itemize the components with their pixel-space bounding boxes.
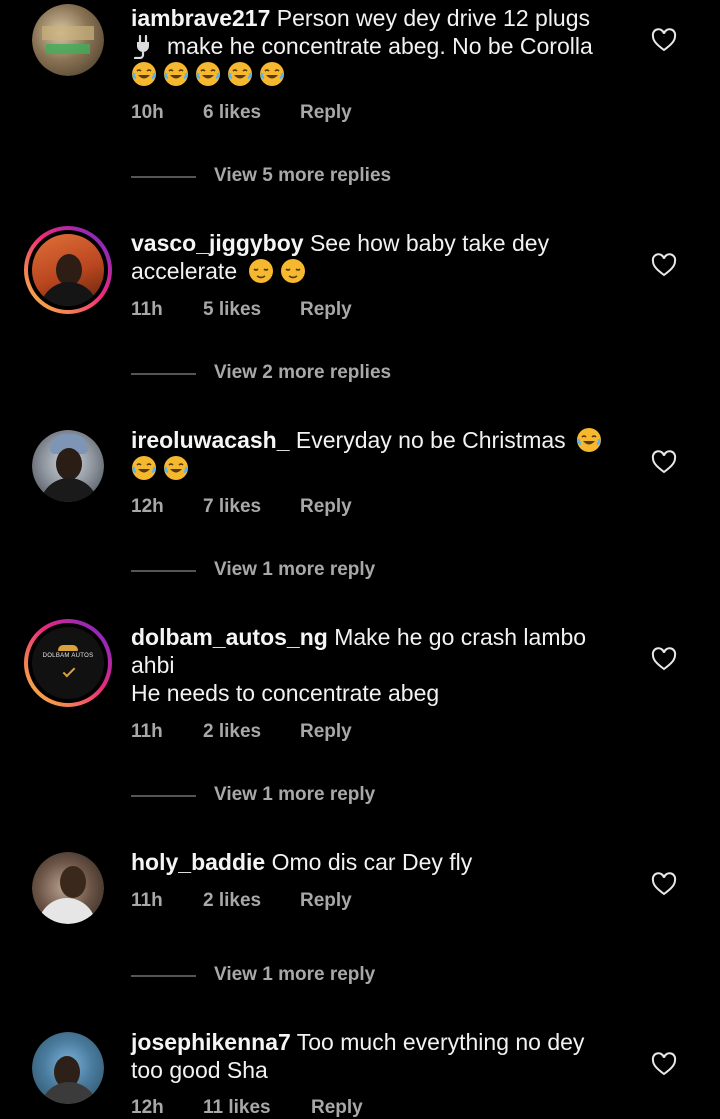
comment-text: ireoluwacash_ Everyday no be Christmas (131, 426, 626, 482)
comment-username[interactable]: vasco_jiggyboy (131, 230, 304, 256)
tears-of-joy-emoji-icon (132, 62, 156, 86)
emoji-row (131, 60, 626, 88)
relieved-face-emoji-icon (280, 259, 305, 283)
emoji-row (131, 454, 626, 482)
avatar[interactable] (24, 226, 112, 314)
comment-body-line: See how baby take dey (309, 230, 550, 256)
view-replies-label[interactable]: View 1 more reply (214, 964, 375, 986)
comment-username[interactable]: ireoluwacash_ (131, 427, 290, 453)
comment-text: iambrave217 Person wey dey drive 12 plug… (131, 4, 626, 88)
comment-body-line: Too much everything no dey (296, 1029, 585, 1055)
comment-body-line: ahbi (131, 652, 175, 678)
comment-body-line: too good Sha (131, 1057, 268, 1083)
reply-button[interactable]: Reply (300, 299, 352, 321)
replies-divider (131, 570, 196, 572)
comment-username[interactable]: iambrave217 (131, 5, 270, 31)
avatar[interactable] (32, 1032, 104, 1104)
plug-icon (133, 34, 149, 60)
view-replies-label[interactable]: View 2 more replies (214, 362, 391, 384)
heart-icon[interactable] (651, 647, 677, 671)
avatar-image (32, 4, 104, 76)
reply-button[interactable]: Reply (300, 890, 352, 912)
comment-time: 12h (131, 496, 164, 517)
comment-time: 11h (131, 299, 163, 320)
replies-divider (131, 373, 196, 375)
tears-of-joy-emoji-icon (196, 62, 220, 86)
comment-body-line: Make he go crash lambo (334, 624, 587, 650)
avatar[interactable]: DOLBAM AUTOS (24, 619, 112, 707)
avatar-image (32, 430, 104, 502)
heart-icon[interactable] (651, 872, 677, 896)
reply-button[interactable]: Reply (300, 102, 352, 124)
heart-icon[interactable] (651, 253, 677, 277)
view-replies-label[interactable]: View 5 more replies (214, 165, 391, 187)
comment-body-line: Person wey dey drive 12 plugs (276, 5, 591, 31)
emoji-row (248, 258, 306, 284)
replies-divider (131, 176, 196, 178)
heart-icon[interactable] (651, 28, 677, 52)
comment-username[interactable]: holy_baddie (131, 849, 265, 875)
replies-divider (131, 795, 196, 797)
heart-icon[interactable] (651, 1052, 677, 1076)
tears-of-joy-emoji-icon (164, 456, 188, 480)
comment-text: holy_baddie Omo dis car Dey fly (131, 848, 626, 876)
avatar-image (32, 234, 104, 306)
comment-time: 11h (131, 721, 163, 742)
comment-time: 10h (131, 102, 164, 123)
comment-likes[interactable]: 7 likes (203, 496, 261, 518)
comment-likes[interactable]: 2 likes (203, 721, 261, 743)
tears-of-joy-emoji-icon (132, 456, 156, 480)
comment-text: vasco_jiggyboy See how baby take dey acc… (131, 229, 626, 285)
view-replies-label[interactable]: View 1 more reply (214, 559, 375, 581)
comment-body-line: Everyday no be Christmas (295, 427, 566, 453)
tears-of-joy-emoji-icon (577, 428, 602, 452)
comment-time: 11h (131, 890, 163, 911)
comment-likes[interactable]: 6 likes (203, 102, 261, 124)
avatar-image (32, 852, 104, 924)
heart-icon[interactable] (651, 450, 677, 474)
avatar[interactable] (32, 430, 104, 502)
comment-likes[interactable]: 2 likes (203, 890, 261, 912)
replies-divider (131, 975, 196, 977)
reply-button[interactable]: Reply (300, 496, 352, 518)
comment-body-line: Omo dis car Dey fly (271, 849, 473, 875)
comment-body-line: He needs to concentrate abeg (131, 680, 440, 706)
avatar-image (32, 1032, 104, 1104)
comment-likes[interactable]: 5 likes (203, 299, 261, 321)
tears-of-joy-emoji-icon (260, 62, 284, 86)
tears-of-joy-emoji-icon (228, 62, 252, 86)
avatar[interactable] (32, 4, 104, 76)
reply-button[interactable]: Reply (300, 721, 352, 743)
tears-of-joy-emoji-icon (164, 62, 188, 86)
comment-username[interactable]: dolbam_autos_ng (131, 624, 328, 650)
relieved-face-emoji-icon (248, 259, 273, 283)
view-replies-label[interactable]: View 1 more reply (214, 784, 375, 806)
dolbam-autos-logo: DOLBAM AUTOS (32, 627, 104, 699)
comment-body-line: accelerate (131, 258, 238, 284)
avatar[interactable] (32, 852, 104, 924)
brand-logo-text: DOLBAM AUTOS (42, 653, 94, 659)
comment-text: josephikenna7 Too much everything no dey… (131, 1028, 626, 1084)
comment-username[interactable]: josephikenna7 (131, 1029, 291, 1055)
comment-text: dolbam_autos_ng Make he go crash lambo a… (131, 623, 626, 707)
comment-body-line: make he concentrate abeg. No be Corolla (167, 33, 593, 59)
